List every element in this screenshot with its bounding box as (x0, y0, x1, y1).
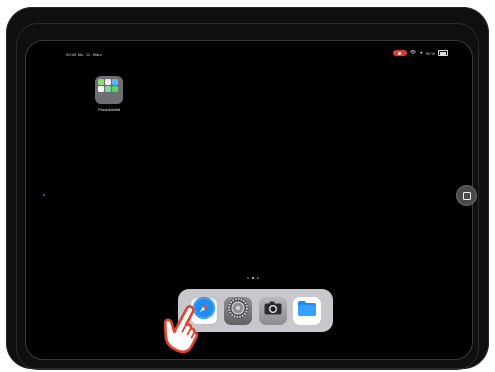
page-indicator-dot (257, 277, 259, 279)
status-time-date: 09:45 Mo. 11. März (66, 52, 102, 57)
battery-icon (438, 50, 448, 56)
page-indicator[interactable] (247, 277, 259, 279)
home-square-icon (462, 191, 471, 200)
files-icon (295, 296, 319, 325)
settings-icon (226, 296, 250, 325)
home-screen: 09:45 Mo. 11. März 90 % Produktivität (25, 40, 473, 360)
folder-mini-app-icon (105, 79, 111, 85)
location-icon (419, 50, 423, 56)
battery-percentage: 90 % (425, 50, 435, 56)
folder-mini-app-icon (105, 86, 111, 92)
page-indicator-dot (247, 277, 249, 279)
folder-mini-app-icon (112, 79, 118, 85)
folder-mini-app-icon (98, 79, 104, 85)
home-button[interactable] (456, 185, 477, 206)
dock-app-settings[interactable] (224, 296, 253, 325)
folder-mini-app-icon (112, 86, 118, 92)
dock-app-files[interactable] (292, 296, 321, 325)
tap-hand-icon (160, 303, 204, 354)
screen-recording-indicator[interactable] (392, 50, 407, 56)
edge-indicator-dot (43, 194, 45, 196)
folder-mini-app-icon (98, 86, 104, 92)
wifi-icon (409, 50, 416, 56)
folder-produktivitaet[interactable] (95, 76, 123, 104)
folder-label: Produktivität (97, 107, 120, 112)
page-indicator-dot (252, 277, 254, 279)
record-dot-icon (398, 51, 402, 55)
dock-app-camera[interactable] (258, 296, 287, 325)
camera-icon (261, 296, 285, 325)
status-bar-right: 90 % (392, 50, 448, 56)
